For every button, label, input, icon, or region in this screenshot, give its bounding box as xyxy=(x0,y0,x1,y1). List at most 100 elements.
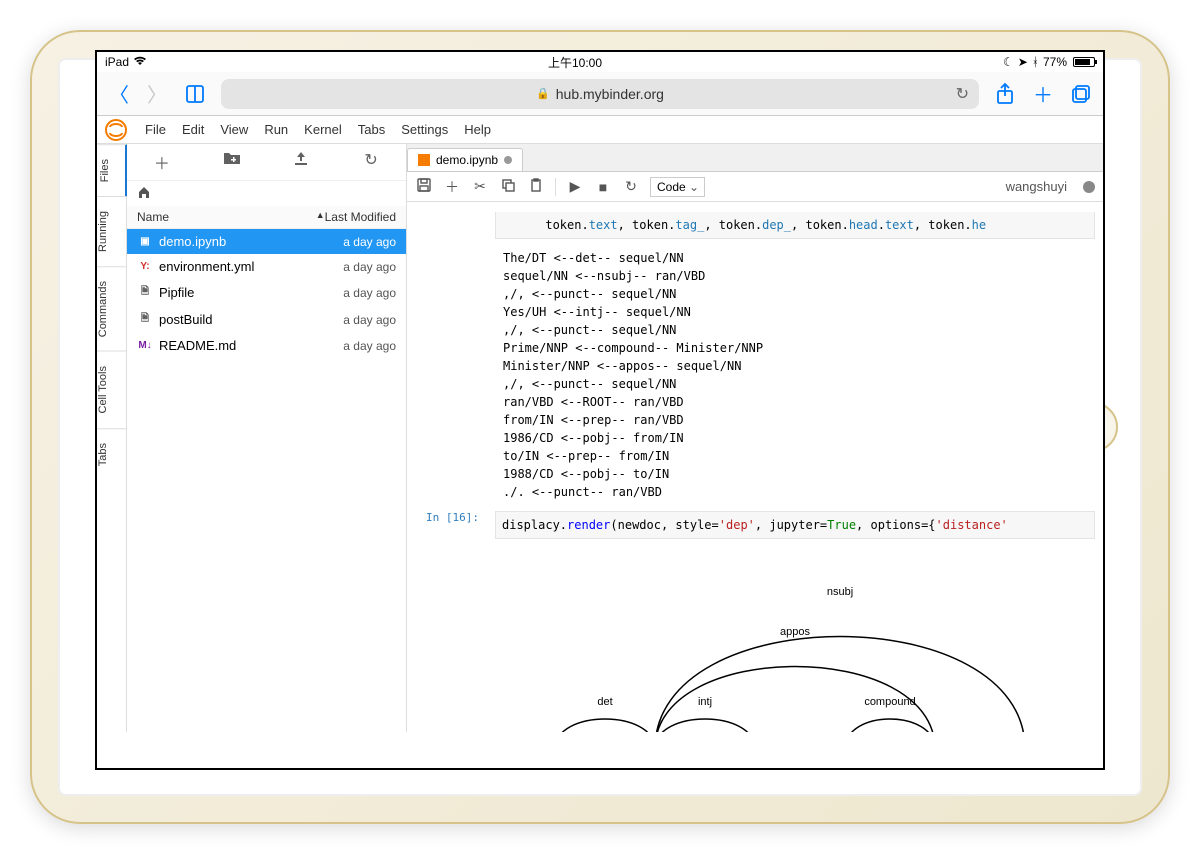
menu-file[interactable]: File xyxy=(137,120,174,139)
new-tab-icon[interactable]: ＋ xyxy=(1031,82,1055,106)
wifi-icon xyxy=(133,55,147,69)
col-modified[interactable]: Last Modified xyxy=(325,210,396,224)
ios-statusbar: iPad 上午10:00 ☾ ➤ ᚼ 77% xyxy=(97,52,1103,72)
battery-icon xyxy=(1073,57,1095,67)
refresh-icon[interactable]: ↻ xyxy=(359,150,383,174)
file-name: environment.yml xyxy=(159,259,254,274)
copy-icon[interactable] xyxy=(499,178,517,195)
forward-button[interactable]: 〉 xyxy=(145,82,169,106)
kernel-status-icon xyxy=(1083,181,1095,193)
safari-toolbar: 〈 〉 🔒 hub.mybinder.org ↻ ＋ xyxy=(97,72,1103,116)
side-tabbar: FilesRunningCommandsCell ToolsTabs xyxy=(97,144,127,732)
file-row[interactable]: ▣ demo.ipynb a day ago xyxy=(127,229,406,254)
sidetab-running[interactable]: Running xyxy=(97,196,126,266)
run-icon[interactable]: ▶ xyxy=(566,178,584,195)
svg-text:det: det xyxy=(597,696,612,708)
filebrowser-header: Name ▲ Last Modified xyxy=(127,206,406,229)
restart-icon[interactable]: ↻ xyxy=(622,178,640,195)
menu-view[interactable]: View xyxy=(212,120,256,139)
file-row[interactable]: M↓ README.md a day ago xyxy=(127,333,406,358)
sidetab-tabs[interactable]: Tabs xyxy=(97,428,126,480)
new-folder-icon[interactable] xyxy=(220,150,244,174)
svg-text:nsubj: nsubj xyxy=(827,586,853,598)
share-icon[interactable] xyxy=(993,82,1017,106)
code-source[interactable]: token.text, token.tag_, token.dep_, toke… xyxy=(495,212,1095,239)
file-name: Pipfile xyxy=(159,285,194,300)
file-row[interactable]: 🗎 Pipfile a day ago xyxy=(127,279,406,306)
new-launcher-icon[interactable]: ＋ xyxy=(150,150,174,174)
menu-edit[interactable]: Edit xyxy=(174,120,212,139)
sidetab-files[interactable]: Files xyxy=(97,144,127,196)
code-cell-prev[interactable]: token.text, token.tag_, token.dep_, toke… xyxy=(407,208,1103,243)
col-name[interactable]: Name xyxy=(137,210,312,224)
dirty-indicator-icon xyxy=(504,156,512,164)
device-name: iPad xyxy=(105,55,129,69)
jupyter-logo-icon xyxy=(105,119,127,141)
insert-cell-icon[interactable]: ＋ xyxy=(443,177,461,197)
prompt xyxy=(407,208,487,243)
menu-run[interactable]: Run xyxy=(256,120,296,139)
file-icon: ▣ xyxy=(137,236,153,247)
kernel-name[interactable]: wangshuyi xyxy=(1006,179,1067,194)
file-date: a day ago xyxy=(343,235,396,249)
moon-icon: ☾ xyxy=(1003,55,1014,69)
tab-title: demo.ipynb xyxy=(436,153,498,167)
tabs-icon[interactable] xyxy=(1069,82,1093,106)
jupyterlab: FileEditViewRunKernelTabsSettingsHelp Fi… xyxy=(97,116,1103,768)
paste-icon[interactable] xyxy=(527,178,545,195)
menu-kernel[interactable]: Kernel xyxy=(296,120,350,139)
file-icon: 🗎 xyxy=(137,311,153,328)
file-icon: M↓ xyxy=(137,340,153,351)
file-date: a day ago xyxy=(343,260,396,274)
address-bar[interactable]: 🔒 hub.mybinder.org ↻ xyxy=(221,79,979,109)
jlab-menubar: FileEditViewRunKernelTabsSettingsHelp xyxy=(97,116,1103,144)
file-date: a day ago xyxy=(343,313,396,327)
bookmarks-icon[interactable] xyxy=(183,82,207,106)
tab-demo[interactable]: demo.ipynb xyxy=(407,148,523,171)
sort-icon[interactable]: ▲ xyxy=(312,210,325,224)
displacy-output: detintjcompoundapposnsubj TheDETsequel,N… xyxy=(407,553,1103,732)
celltype-select[interactable]: Code xyxy=(650,177,705,197)
battery-pct: 77% xyxy=(1043,55,1067,69)
dependency-diagram: detintjcompoundapposnsubj TheDETsequel,N… xyxy=(495,557,1095,732)
reload-icon[interactable]: ↻ xyxy=(956,84,969,104)
svg-text:intj: intj xyxy=(698,696,712,708)
file-name: demo.ipynb xyxy=(159,234,226,249)
file-name: postBuild xyxy=(159,312,212,327)
cut-icon[interactable]: ✂ xyxy=(471,178,489,195)
file-icon: 🗎 xyxy=(137,284,153,301)
upload-icon[interactable] xyxy=(289,150,313,174)
svg-text:appos: appos xyxy=(780,626,810,638)
breadcrumb[interactable] xyxy=(127,181,406,206)
jlab-body: FilesRunningCommandsCell ToolsTabs ＋ ↻ xyxy=(97,144,1103,732)
stop-icon[interactable]: ■ xyxy=(594,179,612,195)
location-icon: ➤ xyxy=(1018,55,1028,69)
code-source-16[interactable]: displacy.render(newdoc, style='dep', jup… xyxy=(495,511,1095,539)
menu-settings[interactable]: Settings xyxy=(393,120,456,139)
home-icon[interactable] xyxy=(137,186,151,202)
sidetab-commands[interactable]: Commands xyxy=(97,266,126,351)
save-icon[interactable] xyxy=(415,178,433,195)
notebook[interactable]: token.text, token.tag_, token.dep_, toke… xyxy=(407,202,1103,732)
back-button[interactable]: 〈 xyxy=(107,82,131,106)
file-date: a day ago xyxy=(343,339,396,353)
doc-tabbar: demo.ipynb xyxy=(407,144,1103,172)
stdout: The/DT <--det-- sequel/NN sequel/NN <--n… xyxy=(495,249,1095,501)
notebook-icon xyxy=(418,154,430,166)
bluetooth-icon: ᚼ xyxy=(1032,55,1039,69)
sidetab-cell-tools[interactable]: Cell Tools xyxy=(97,351,126,428)
filebrowser-toolbar: ＋ ↻ xyxy=(127,144,406,181)
screen: iPad 上午10:00 ☾ ➤ ᚼ 77% 〈 〉 🔒 hub.mybinde… xyxy=(95,50,1105,770)
prompt-16: In [16]: xyxy=(407,507,487,543)
url-text: hub.mybinder.org xyxy=(556,86,664,102)
file-name: README.md xyxy=(159,338,236,353)
file-icon: Y: xyxy=(137,261,153,272)
file-row[interactable]: Y: environment.yml a day ago xyxy=(127,254,406,279)
clock: 上午10:00 xyxy=(147,54,1003,71)
lock-icon: 🔒 xyxy=(536,87,550,100)
file-row[interactable]: 🗎 postBuild a day ago xyxy=(127,306,406,333)
menu-help[interactable]: Help xyxy=(456,120,499,139)
code-cell-16[interactable]: In [16]: displacy.render(newdoc, style='… xyxy=(407,507,1103,543)
file-date: a day ago xyxy=(343,286,396,300)
menu-tabs[interactable]: Tabs xyxy=(350,120,393,139)
